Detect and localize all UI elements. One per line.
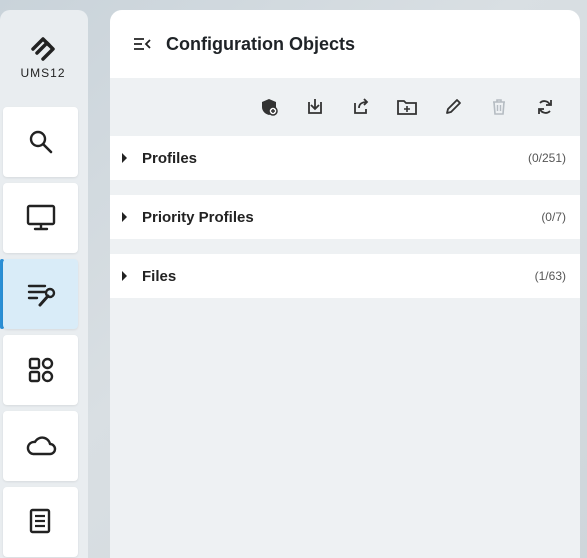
shield-add-icon[interactable] <box>258 96 280 118</box>
sidebar-item-cloud[interactable] <box>3 411 78 481</box>
panel-header: Configuration Objects <box>110 10 580 78</box>
row-count: (0/251) <box>527 151 566 165</box>
tree-row-files[interactable]: Files (1/63) <box>110 254 580 298</box>
logo-icon <box>31 37 55 61</box>
import-icon[interactable] <box>304 96 326 118</box>
configuration-panel: Configuration Objects Profiles (0/251) P… <box>110 10 580 558</box>
row-label: Files <box>142 267 177 285</box>
app-logo: UMS12 <box>0 20 86 92</box>
new-folder-icon[interactable] <box>396 96 418 118</box>
export-icon[interactable] <box>350 96 372 118</box>
expand-caret-icon[interactable] <box>122 271 127 281</box>
sidebar-item-configuration[interactable] <box>3 259 78 329</box>
row-count: (0/7) <box>541 210 566 224</box>
sidebar-item-devices[interactable] <box>3 183 78 253</box>
logo-text: UMS12 <box>20 66 66 80</box>
configuration-icon <box>27 284 55 307</box>
sidebar-item-documents[interactable] <box>3 487 78 557</box>
expand-caret-icon[interactable] <box>122 212 127 222</box>
search-icon <box>29 130 52 154</box>
sidebar-item-apps[interactable] <box>3 335 78 405</box>
page-title: Configuration Objects <box>166 33 355 54</box>
edit-icon[interactable] <box>442 96 464 118</box>
expand-caret-icon[interactable] <box>122 153 127 163</box>
row-label: Priority Profiles <box>142 208 254 226</box>
collapse-menu-icon[interactable] <box>132 36 152 52</box>
document-icon <box>29 508 50 534</box>
tree-row-profiles[interactable]: Profiles (0/251) <box>110 136 580 180</box>
sidebar: UMS12 <box>0 10 88 558</box>
tree-row-priority-profiles[interactable]: Priority Profiles (0/7) <box>110 195 580 239</box>
sidebar-item-search[interactable] <box>3 107 78 177</box>
delete-icon[interactable] <box>488 96 510 118</box>
cloud-icon <box>26 436 56 456</box>
apps-icon <box>28 357 53 383</box>
toolbar <box>110 78 580 136</box>
monitor-icon <box>26 204 55 231</box>
refresh-icon[interactable] <box>534 96 556 118</box>
row-count: (1/63) <box>534 269 566 283</box>
row-label: Profiles <box>142 149 198 167</box>
